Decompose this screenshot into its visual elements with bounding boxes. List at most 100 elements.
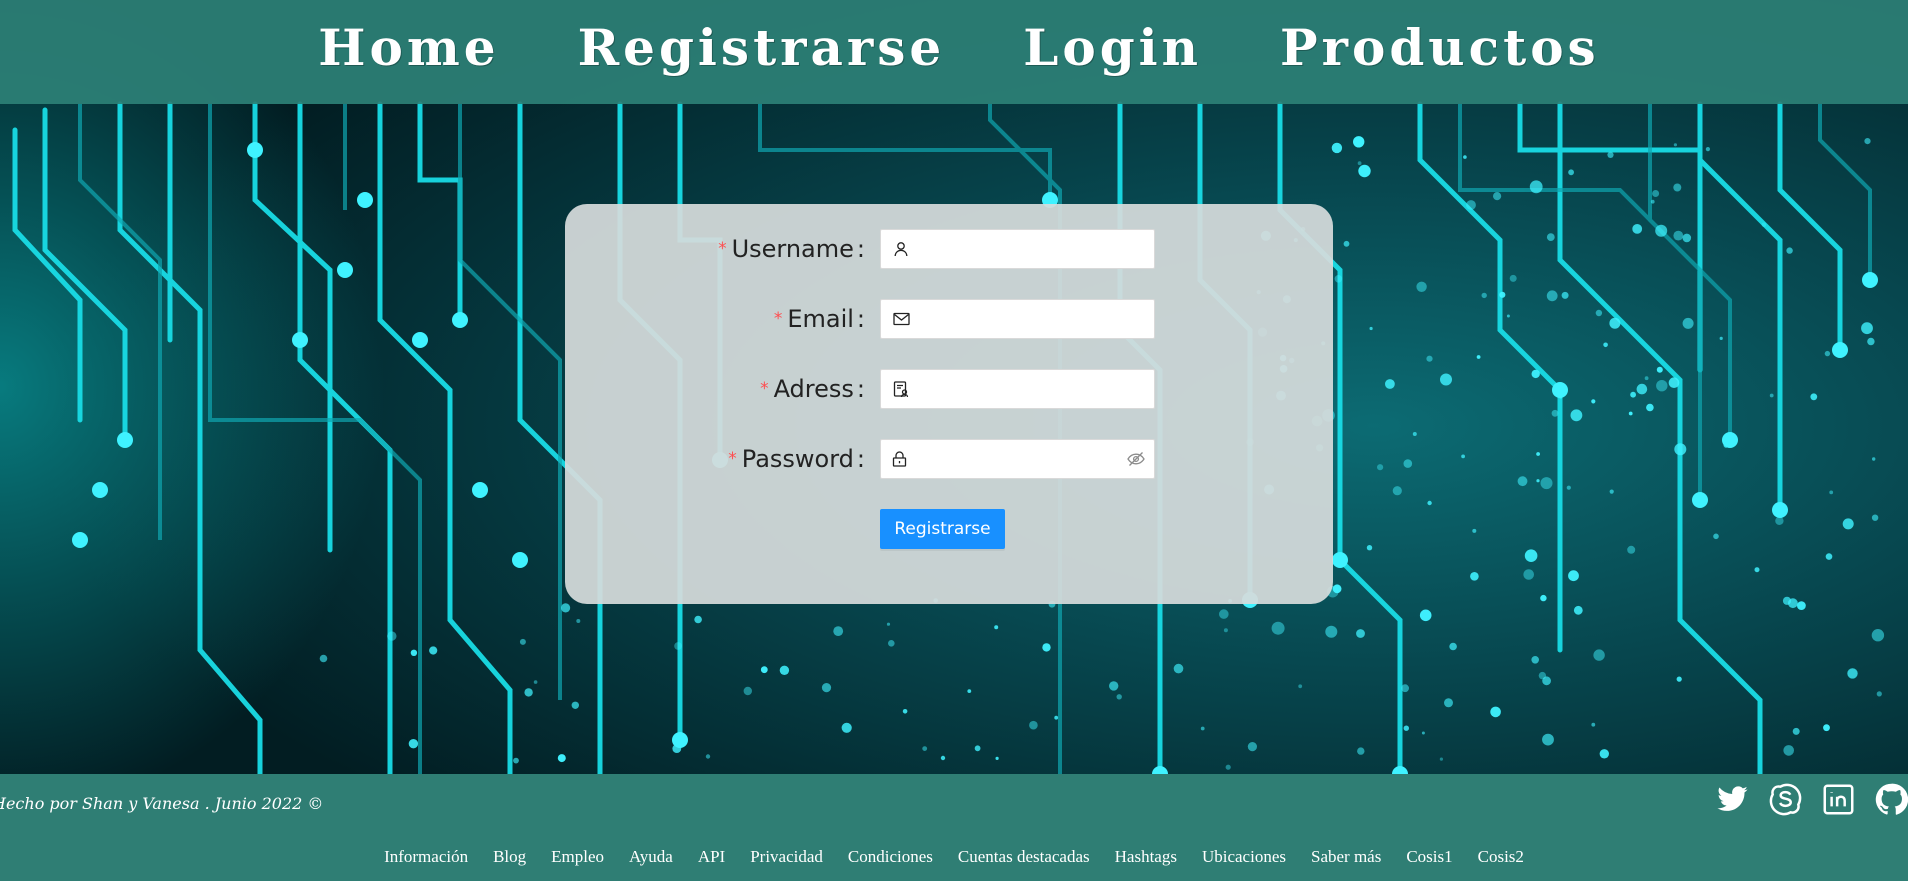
glow-particle [1403,459,1413,468]
username-input[interactable] [921,231,1154,267]
glow-particle [1705,147,1710,152]
required-mark: * [773,309,783,329]
glow-particle [1568,570,1579,582]
eye-invisible-icon[interactable] [1118,440,1155,478]
address-field [880,369,1155,409]
glow-particle [408,739,419,749]
glow-particle [833,626,844,636]
colon: : [856,445,865,473]
footer-link[interactable]: Cuentas destacadas [958,847,1090,867]
footer-link[interactable]: Saber más [1311,847,1381,867]
glow-particle [1568,169,1574,176]
glow-particle [1392,486,1402,496]
glow-particle [1876,691,1882,697]
password-row: * Password: [565,439,1333,479]
glow-particle [1466,200,1476,210]
circuit-node [452,312,468,328]
glow-particle [672,744,682,753]
colon: : [856,305,865,333]
glow-particle [1682,317,1694,329]
email-input[interactable] [921,301,1154,337]
glow-particle [1630,391,1636,398]
glow-particle [1444,698,1453,708]
glow-particle [888,640,895,647]
password-input[interactable] [917,441,1118,477]
glow-particle [1536,479,1540,483]
nav-products-link[interactable]: Productos [1280,18,1600,77]
glow-particle [1401,684,1409,693]
glow-particle [1595,309,1603,317]
footer-link[interactable]: API [698,847,725,867]
glow-particle [1325,625,1338,638]
glow-particle [1247,742,1257,752]
glow-particle [1591,722,1596,727]
email-label: * Email: [774,299,865,339]
linkedin-icon[interactable] [1822,783,1855,816]
glow-particle [1847,668,1858,679]
footer-link[interactable]: Blog [493,847,526,867]
footer-links: Información Blog Empleo Ayuda API Privac… [0,847,1908,867]
glow-particle [533,680,538,684]
glow-particle [1719,336,1723,340]
footer-link[interactable]: Empleo [551,847,604,867]
glow-particle [1366,545,1373,551]
footer-link[interactable]: Información [384,847,468,867]
glow-particle [1223,628,1228,633]
glow-particle [1531,656,1539,664]
footer-link[interactable]: Ubicaciones [1202,847,1286,867]
glow-particle [1357,747,1365,755]
glow-particle [410,649,418,656]
glow-particle [1472,528,1477,533]
register-form: * Username: * Email: * Adress: * Password: [565,204,1333,604]
glow-particle [994,625,999,630]
footer-link[interactable]: Ayuda [629,847,673,867]
circuit-node [1692,492,1708,508]
footer-link[interactable]: Cosis2 [1478,847,1524,867]
glow-particle [974,745,981,752]
glow-particle [967,689,972,693]
glow-particle [1842,518,1854,530]
glow-particle [1644,376,1649,381]
glow-particle [1334,275,1343,283]
glow-particle [429,646,438,655]
glow-particle [1573,605,1583,615]
address-input[interactable] [921,371,1154,407]
footer-link[interactable]: Privacidad [750,847,823,867]
glow-particle [1499,291,1506,298]
glow-particle [561,603,571,613]
twitter-icon[interactable] [1716,783,1749,816]
glow-particle [1490,706,1501,718]
glow-particle [1358,164,1371,178]
username-row: * Username: [565,229,1333,269]
glow-particle [1427,500,1432,506]
glow-particle [1561,291,1569,299]
circuit-node [512,552,528,568]
register-submit-button[interactable]: Registrarse [880,509,1005,549]
glow-particle [705,754,711,759]
glow-particle [1536,452,1540,456]
circuit-node [1552,382,1568,398]
glow-particle [1173,663,1184,674]
nav-login-link[interactable]: Login [1023,18,1202,77]
glow-particle [1674,443,1687,456]
github-icon[interactable] [1875,783,1908,816]
glow-particle [1676,676,1682,682]
glow-particle [1783,745,1794,756]
glow-particle [1864,138,1871,145]
skype-icon[interactable] [1769,783,1802,816]
glow-particle [760,666,768,674]
glow-particle [1566,485,1571,490]
glow-particle [779,665,790,675]
glow-particle [821,683,832,693]
footer-link[interactable]: Cosis1 [1406,847,1452,867]
glow-particle [571,701,579,709]
footer-link[interactable]: Condiciones [848,847,933,867]
password-label: * Password: [728,439,865,479]
glow-particle [1673,143,1677,147]
nav-home-link[interactable]: Home [318,18,499,77]
glow-particle [1298,684,1303,689]
glow-particle [1628,411,1633,416]
username-label-text: Username [731,235,854,263]
nav-register-link[interactable]: Registrarse [578,18,946,77]
footer-link[interactable]: Hashtags [1115,847,1177,867]
